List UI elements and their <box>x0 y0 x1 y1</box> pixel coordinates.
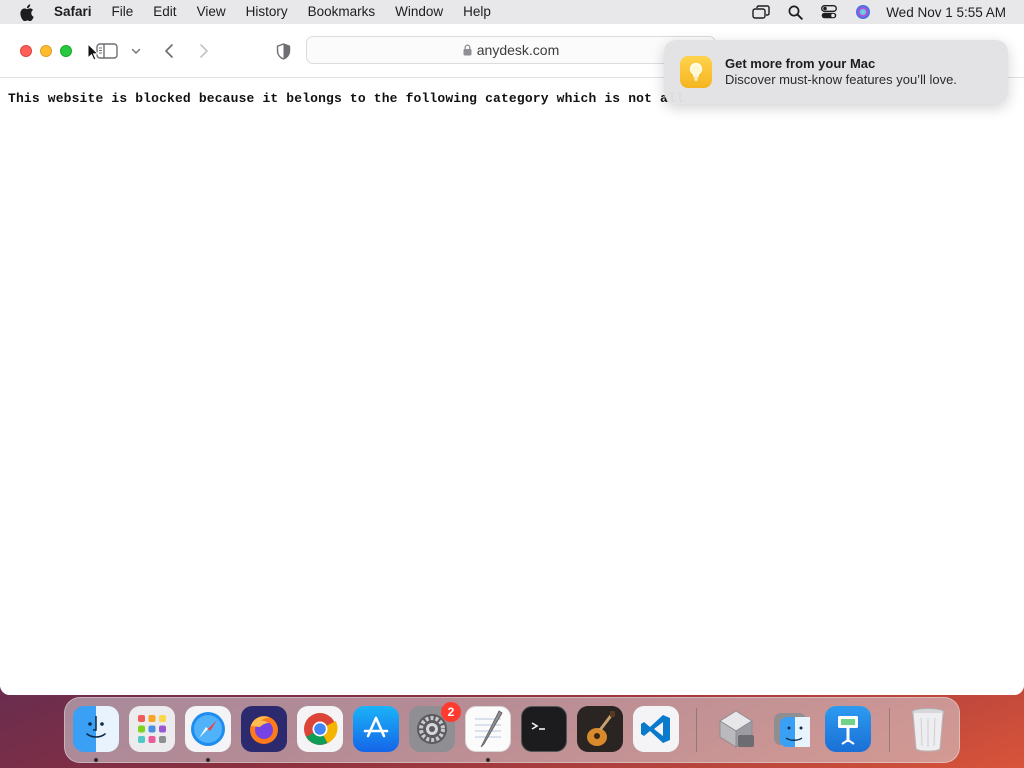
dock-trash-icon[interactable] <box>905 706 951 752</box>
dock: 2 <box>64 697 960 763</box>
forward-button[interactable] <box>195 41 213 61</box>
notification-title: Get more from your Mac <box>725 56 876 71</box>
dock-migration-assistant-icon[interactable] <box>713 706 759 752</box>
lock-icon <box>463 44 472 56</box>
safari-window: anydesk.com This website is blocked beca… <box>0 24 1024 695</box>
apple-menu-icon[interactable] <box>0 3 52 21</box>
dock-terminal-icon[interactable] <box>521 706 567 752</box>
tips-lightbulb-icon <box>680 56 712 88</box>
dock-safari-icon[interactable] <box>185 706 231 752</box>
chevron-down-icon[interactable] <box>129 44 143 58</box>
siri-icon[interactable] <box>846 4 880 20</box>
address-url: anydesk.com <box>476 42 560 58</box>
running-indicator <box>486 758 490 762</box>
zoom-window-button[interactable] <box>60 45 72 57</box>
close-window-button[interactable] <box>20 45 32 57</box>
minimize-window-button[interactable] <box>40 45 52 57</box>
privacy-shield-icon[interactable] <box>273 41 293 61</box>
dock-chrome-icon[interactable] <box>297 706 343 752</box>
screen-mirroring-icon[interactable] <box>744 5 778 19</box>
address-bar[interactable]: anydesk.com <box>306 36 716 64</box>
dock-system-preferences-icon[interactable]: 2 <box>409 702 461 752</box>
dock-firefox-icon[interactable] <box>241 706 287 752</box>
menu-history[interactable]: History <box>236 0 298 24</box>
blocked-message: This website is blocked because it belon… <box>8 91 684 106</box>
notification-badge: 2 <box>441 702 461 722</box>
back-button[interactable] <box>160 41 178 61</box>
mouse-pointer-icon <box>87 42 100 66</box>
menu-help[interactable]: Help <box>453 0 501 24</box>
dock-separator <box>889 708 890 752</box>
notification-banner[interactable]: Get more from your Mac Discover must-kno… <box>664 40 1008 104</box>
dock-launchpad-icon[interactable] <box>129 706 175 752</box>
dock-vscode-icon[interactable] <box>633 706 679 752</box>
menu-app-name[interactable]: Safari <box>52 0 102 24</box>
dock-keynote-icon[interactable] <box>825 706 871 752</box>
menu-bar: Safari File Edit View History Bookmarks … <box>0 0 1024 24</box>
menu-file[interactable]: File <box>102 0 144 24</box>
control-center-icon[interactable] <box>812 5 846 19</box>
dock-textedit-icon[interactable] <box>465 706 511 752</box>
dock-garageband-icon[interactable] <box>577 706 623 752</box>
dock-app-store-icon[interactable] <box>353 706 399 752</box>
spotlight-search-icon[interactable] <box>778 5 812 20</box>
dock-finder-folder-icon[interactable] <box>769 706 815 752</box>
chevron-left-icon <box>165 44 173 58</box>
dock-separator <box>696 708 697 752</box>
menu-window[interactable]: Window <box>385 0 453 24</box>
notification-body: Discover must-know features you’ll love. <box>725 72 957 87</box>
dock-finder-icon[interactable] <box>73 706 119 752</box>
menubar-clock[interactable]: Wed Nov 1 5:55 AM <box>880 5 1006 20</box>
running-indicator <box>206 758 210 762</box>
menu-bookmarks[interactable]: Bookmarks <box>298 0 386 24</box>
chevron-right-icon <box>200 44 208 58</box>
menu-edit[interactable]: Edit <box>143 0 186 24</box>
menu-view[interactable]: View <box>187 0 236 24</box>
running-indicator <box>94 758 98 762</box>
page-content: This website is blocked because it belon… <box>0 79 1024 695</box>
